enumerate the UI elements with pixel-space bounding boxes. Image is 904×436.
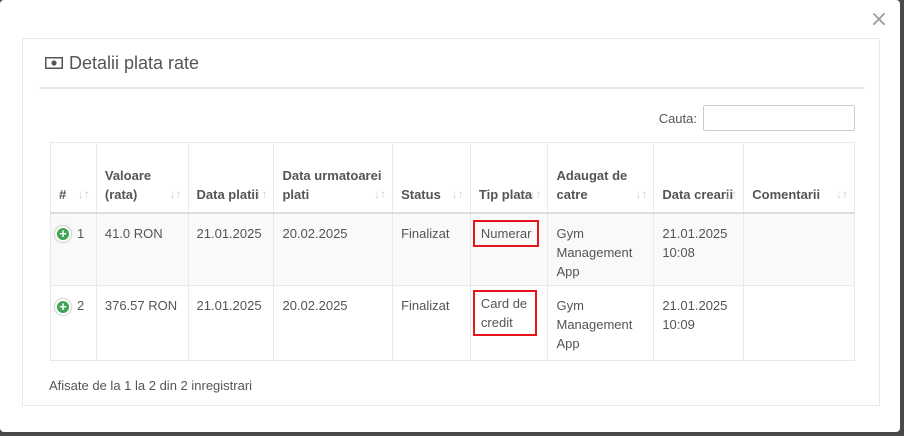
column-header-created[interactable]: Data crearii ↓↑ — [653, 142, 745, 214]
modal-dialog: × Detalii plata rate Cauta: # ↓↑ Valoare … — [0, 0, 900, 432]
status-cell: Finalizat — [392, 285, 471, 361]
comments-cell — [743, 285, 855, 361]
money-icon — [45, 57, 63, 69]
column-header-comments[interactable]: Comentarii ↓↑ — [743, 142, 855, 214]
sort-icon: ↓↑ — [725, 186, 738, 201]
value-cell: 41.0 RON — [95, 212, 189, 286]
added-by-cell: Gym Management App — [547, 212, 655, 286]
expand-row-icon[interactable]: + — [55, 226, 71, 243]
column-header-type[interactable]: Tip plata ↓↑ — [469, 142, 549, 214]
sort-icon: ↓↑ — [77, 186, 90, 201]
column-header-next-date[interactable]: Data urmatoarei plati ↓↑ — [273, 142, 394, 214]
payment-details-panel: Detalii plata rate Cauta: # ↓↑ Valoare (r… — [22, 38, 880, 406]
created-cell: 21.01.2025 10:08 — [653, 212, 745, 286]
sort-icon: ↓↑ — [635, 186, 648, 201]
added-by-cell: Gym Management App — [547, 285, 655, 361]
paid-date-cell: 21.01.2025 — [187, 285, 275, 361]
payments-table: # ↓↑ Valoare (rata) ↓↑ Data platii ↓↑ Data … — [50, 142, 855, 361]
row-index-cell: +1 — [50, 212, 97, 286]
column-header-index[interactable]: # ↓↑ — [50, 142, 97, 214]
row-index-cell: +2 — [50, 285, 97, 361]
column-header-added-by[interactable]: Adaugat de catre ↓↑ — [547, 142, 655, 214]
sort-icon: ↓↑ — [255, 186, 268, 201]
close-icon[interactable]: × — [869, 9, 889, 31]
column-header-value[interactable]: Valoare (rata) ↓↑ — [95, 142, 189, 214]
expand-row-icon[interactable]: + — [55, 298, 71, 315]
highlight-box: Card de credit — [472, 290, 537, 336]
sort-icon: ↓↑ — [529, 186, 542, 201]
panel-header: Detalii plata rate — [39, 39, 865, 89]
sort-icon: ↓↑ — [169, 186, 182, 201]
next-date-cell: 20.02.2025 — [273, 285, 394, 361]
highlight-box: Numerar — [472, 219, 540, 247]
sort-icon: ↓↑ — [836, 186, 848, 201]
type-cell: Card de credit — [469, 285, 549, 361]
next-date-cell: 20.02.2025 — [273, 212, 394, 286]
sort-icon: ↓↑ — [374, 186, 387, 201]
table-header-row: # ↓↑ Valoare (rata) ↓↑ Data platii ↓↑ Data … — [50, 142, 855, 214]
value-cell: 376.57 RON — [95, 285, 189, 361]
type-cell: Numerar — [469, 212, 549, 286]
comments-cell — [743, 212, 855, 286]
panel-title: Detalii plata rate — [69, 52, 200, 73]
table-info: Afisate de la 1 la 2 din 2 inregistrari — [49, 378, 253, 393]
created-cell: 21.01.2025 10:09 — [653, 285, 745, 361]
status-cell: Finalizat — [392, 212, 471, 286]
sort-icon: ↓↑ — [451, 186, 464, 201]
paid-date-cell: 21.01.2025 — [187, 212, 275, 286]
table-row: +1 41.0 RON 21.01.2025 20.02.2025 Finali… — [50, 212, 855, 286]
search-input[interactable] — [703, 105, 855, 131]
search-label: Cauta: — [658, 110, 697, 126]
table-row: +2 376.57 RON 21.01.2025 20.02.2025 Fina… — [50, 285, 855, 361]
column-header-status[interactable]: Status ↓↑ — [392, 142, 471, 214]
search-row: Cauta: — [23, 105, 855, 131]
column-header-paid-date[interactable]: Data platii ↓↑ — [187, 142, 275, 214]
